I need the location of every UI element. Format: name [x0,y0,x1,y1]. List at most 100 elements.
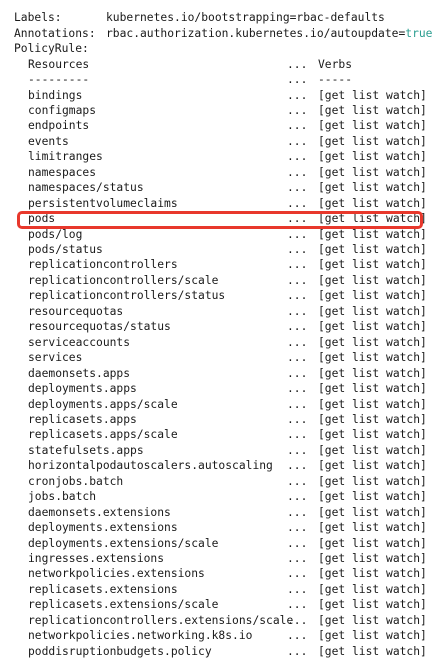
resource-verbs: [get list watch] [318,521,427,535]
table-header-row: Resources ... Verbs [0,57,352,73]
row-dots: ... [287,397,308,411]
policyrule-key: PolicyRule: [14,42,89,55]
resource-verbs: [get list watch] [318,397,427,411]
resource-verbs: [get list watch] [318,196,427,210]
resource-name: replicasets.extensions [28,582,178,596]
resource-name: resourcequotas [28,304,124,318]
resource-name: horizontalpodautoscalers.autoscaling [28,459,273,473]
resource-verbs: [get list watch] [318,629,427,643]
row-dots: ... [287,351,308,365]
annotations-value: rbac.authorization.kubernetes.io/autoupd… [106,26,432,42]
resource-name: deployments.apps [28,382,137,396]
row-dots: ... [287,443,308,457]
dots-header: ... [287,57,308,71]
resource-name: replicasets.extensions/scale [28,598,219,612]
resource-name: events [28,134,69,148]
annotations-value-flag: true [405,26,433,40]
row-dots: ... [287,196,308,210]
resource-verbs: [get list watch] [318,412,427,426]
row-dots: ... [287,258,308,272]
resource-verbs: [get list watch] [318,103,427,117]
row-dots: ... [287,273,308,287]
resource-verbs: [get list watch] [318,88,427,102]
row-dots: ... [287,490,308,504]
row-dots: ... [287,243,308,256]
resource-verbs: [get list watch] [318,552,427,565]
resource-verbs: [get list watch] [318,598,427,612]
resource-name: deployments.extensions [28,521,178,535]
resources-separator: --------- [28,73,90,86]
resource-verbs: [get list watch] [318,382,427,396]
row-dots: ... [287,613,308,627]
resource-name: replicationcontrollers [28,258,178,272]
resource-verbs: [get list watch] [318,443,427,457]
resource-name: poddisruptionbudgets.policy [28,644,212,658]
row-dots: ... [287,644,308,658]
resource-verbs: [get list watch] [318,181,427,195]
row-dots: ... [287,103,308,117]
resource-name: daemonsets.apps [28,366,131,380]
annotations-line: Annotations: rbac.authorization.kubernet… [0,26,432,42]
resource-verbs: [get list watch] [318,536,427,550]
resource-verbs: [get list watch] [318,644,427,658]
resource-name: replicationcontrollers/status [28,289,226,303]
resource-verbs: [get list watch] [318,428,427,442]
row-dots: ... [287,181,308,195]
row-dots: ... [287,320,308,334]
resource-name: replicationcontrollers/scale [28,273,219,287]
row-dots: ... [287,304,308,318]
annotations-value-prefix: rbac.authorization.kubernetes.io/autoupd… [106,26,406,40]
resource-name: pods/status [28,243,103,256]
resource-name: networkpolicies.networking.k8s.io [28,629,253,643]
resource-name: jobs.batch [28,490,97,504]
resource-name: deployments.apps/scale [28,397,178,411]
resource-verbs: [get list watch] [318,505,427,519]
resource-name: namespaces/status [28,181,144,195]
resource-name: services [28,351,83,365]
resource-verbs: [get list watch] [318,459,427,473]
resource-verbs: [get list watch] [318,258,427,272]
resource-name: cronjobs.batch [28,474,124,488]
row-dots: ... [287,629,308,643]
resource-name: limitranges [28,150,103,164]
row-dots: ... [287,552,308,565]
resource-verbs: [get list watch] [318,165,427,179]
resource-name: persistentvolumeclaims [28,196,178,210]
labels-value: kubernetes.io/bootstrapping=rbac-default… [106,11,385,24]
row-dots: ... [287,505,308,519]
pods-row-highlight [17,211,423,229]
row-dots: ... [287,382,308,396]
resource-verbs: [get list watch] [318,273,427,287]
resource-name: endpoints [28,119,90,133]
row-dots: ... [287,134,308,148]
resource-name: replicasets.apps [28,412,137,426]
labels-line: Labels: kubernetes.io/bootstrapping=rbac… [0,10,385,26]
row-dots: ... [287,366,308,380]
resource-name: configmaps [28,103,97,117]
resource-verbs: [get list watch] [318,474,427,488]
resource-verbs: [get list watch] [318,613,427,627]
resource-name: serviceaccounts [28,335,131,349]
resource-name: resourcequotas/status [28,320,171,334]
row-dots: ... [287,474,308,488]
resource-name: daemonsets.extensions [28,505,171,519]
table-separator-row: --------- ... ----- [0,72,352,88]
resource-name: deployments.extensions/scale [28,536,219,550]
row-dots: ... [287,521,308,535]
row-dots: ... [287,150,308,164]
resource-verbs: [get list watch] [318,243,427,256]
row-dots: ... [287,335,308,349]
row-dots: ... [287,412,308,426]
annotations-key: Annotations: [14,26,96,40]
resource-verbs: [get list watch] [318,335,427,349]
row-dots: ... [287,567,308,581]
row-dots: ... [287,598,308,612]
resource-name: namespaces [28,165,97,179]
row-dots: ... [287,459,308,473]
row-dots: ... [287,428,308,442]
row-dots: ... [287,536,308,550]
verbs-header: Verbs [318,57,353,71]
resource-verbs: [get list watch] [318,351,427,365]
row-dots: ... [287,119,308,133]
resource-verbs: [get list watch] [318,289,427,303]
